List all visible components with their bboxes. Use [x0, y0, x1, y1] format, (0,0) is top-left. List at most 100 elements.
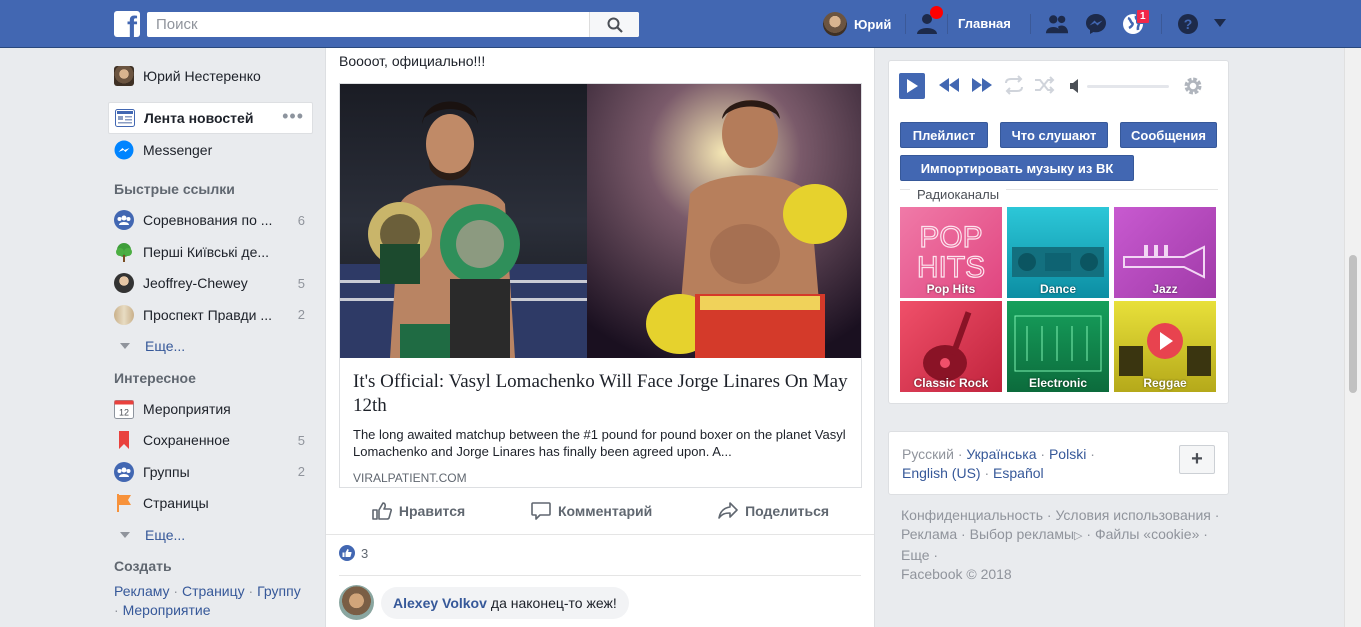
play-button[interactable]	[899, 73, 925, 99]
sidebar-item-events[interactable]: 12 Мероприятия	[108, 393, 313, 425]
language-link-english[interactable]: English (US)	[902, 465, 981, 481]
footer-link-advertising[interactable]: Реклама	[901, 526, 957, 542]
profile-link[interactable]: Юрий	[823, 12, 891, 36]
group-icon	[114, 210, 134, 231]
avatar	[823, 12, 847, 36]
messenger-icon	[1086, 14, 1106, 34]
groups-icon	[114, 461, 134, 482]
sidebar-item-jeoffrey-chewey[interactable]: Jeoffrey-Chewey 5	[108, 268, 313, 300]
search-button[interactable]	[589, 12, 639, 37]
sidebar-item-prospekt-pravdy[interactable]: Проспект Правди ... 2	[108, 299, 313, 331]
scrollbar-thumb[interactable]	[1349, 255, 1357, 393]
create-links: Рекламу · Страницу · Группу · Мероприяти…	[114, 582, 301, 618]
playlist-button[interactable]: Плейлист	[900, 122, 988, 148]
station-label: Jazz	[1152, 282, 1178, 296]
chevron-down-icon	[120, 531, 130, 538]
language-link-ukrainian[interactable]: Українська	[966, 446, 1036, 462]
friend-requests-button[interactable]	[1045, 12, 1069, 36]
shuffle-icon[interactable]	[1034, 74, 1056, 96]
avatar	[114, 273, 134, 294]
radio-station-classic-rock[interactable]: Classic Rock	[900, 301, 1002, 392]
sidebar-item-label: Соревнования по ...	[143, 212, 273, 229]
top-navigation-bar: f Юрий Главная 1 ?	[0, 0, 1361, 48]
link-description: The long awaited matchup between the #1 …	[353, 427, 846, 459]
search-input[interactable]	[147, 12, 587, 37]
footer-link-cookies[interactable]: Файлы «cookie»	[1095, 526, 1199, 542]
create-group-link[interactable]: Группу	[257, 583, 301, 599]
sidebar-item-news-feed[interactable]: Лента новостей •••	[108, 102, 313, 134]
svg-text:?: ?	[1184, 16, 1193, 32]
messages-button[interactable]: Сообщения	[1120, 122, 1217, 148]
create-ad-link[interactable]: Рекламу	[114, 583, 170, 599]
left-sidebar: Юрий Нестеренко Лента новостей ••• Messe…	[108, 60, 313, 620]
more-languages-button[interactable]: +	[1179, 445, 1215, 474]
footer-link-terms[interactable]: Условия использования	[1055, 507, 1210, 523]
reactions-summary[interactable]: 3	[339, 545, 368, 561]
divider	[947, 14, 948, 34]
gear-icon[interactable]	[1182, 75, 1204, 97]
share-button[interactable]: Поделиться	[718, 502, 829, 520]
section-heading-interesting: Интересное	[114, 369, 196, 386]
previous-track-icon[interactable]	[938, 74, 960, 96]
chevron-down-icon	[120, 343, 130, 350]
link-preview-card[interactable]: It's Official: Vasyl Lomachenko Will Fac…	[339, 83, 862, 488]
home-link[interactable]: Главная	[958, 16, 1011, 31]
repeat-icon[interactable]	[1003, 74, 1025, 96]
comment-button[interactable]: Комментарий	[531, 502, 652, 520]
radio-station-jazz[interactable]: Jazz	[1114, 207, 1216, 298]
sidebar-item-label: Проспект Правди ...	[143, 306, 273, 323]
create-page-link[interactable]: Страницу	[182, 583, 245, 599]
sidebar-item-label: Jeoffrey-Chewey	[143, 275, 248, 292]
volume-icon[interactable]	[1069, 79, 1081, 93]
create-event-link[interactable]: Мероприятие	[123, 602, 211, 618]
divider	[1161, 14, 1162, 34]
language-link-polish[interactable]: Polski	[1049, 446, 1086, 462]
sidebar-item-profile[interactable]: Юрий Нестеренко	[108, 60, 313, 92]
ad-choices-icon: ▷	[1074, 530, 1083, 542]
sidebar-more-interesting[interactable]: Еще...	[108, 519, 313, 551]
sidebar-item-label: Еще...	[145, 338, 186, 355]
sidebar-item-count: 2	[297, 464, 305, 480]
post-actions: Нравится Комментарий Поделиться	[339, 496, 862, 526]
now-listening-button[interactable]: Что слушают	[1000, 122, 1108, 148]
link-title[interactable]: It's Official: Vasyl Lomachenko Will Fac…	[353, 370, 848, 418]
comment: Alexey Volkov да наконец-то жеж!	[339, 585, 629, 620]
sidebar-item-count: 5	[297, 275, 305, 291]
notifications-badge: 1	[1136, 9, 1150, 24]
like-button[interactable]: Нравится	[372, 502, 465, 520]
link-preview-image[interactable]	[340, 84, 861, 358]
next-track-icon[interactable]	[971, 74, 993, 96]
import-vk-music-button[interactable]: Импортировать музыку из ВК	[900, 155, 1134, 181]
messages-button[interactable]	[1084, 12, 1108, 36]
comment-author-link[interactable]: Alexey Volkov	[393, 595, 487, 611]
sidebar-item-pages[interactable]: Страницы	[108, 488, 313, 520]
station-label: Dance	[1039, 282, 1077, 296]
sidebar-item-groups[interactable]: Группы 2	[108, 456, 313, 488]
radio-station-pop-hits[interactable]: POP HITS Pop Hits	[900, 207, 1002, 298]
facebook-logo-icon[interactable]: f	[114, 11, 140, 37]
footer-link-more[interactable]: Еще	[901, 547, 930, 563]
sidebar-more-quick-links[interactable]: Еще...	[108, 331, 313, 363]
music-player-widget: Плейлист Что слушают Сообщения Импортиро…	[888, 60, 1229, 404]
radio-station-dance[interactable]: Dance	[1007, 207, 1109, 298]
footer-link-privacy[interactable]: Конфиденциальность	[901, 507, 1043, 523]
account-menu-chevron-down-icon[interactable]	[1214, 19, 1226, 27]
more-options-icon[interactable]: •••	[282, 106, 304, 127]
radio-station-reggae[interactable]: Reggae	[1114, 301, 1216, 392]
sidebar-item-competitions[interactable]: Соревнования по ... 6	[108, 205, 313, 237]
bookmark-icon	[114, 430, 134, 450]
radio-station-electronic[interactable]: Electronic	[1007, 301, 1109, 392]
sidebar-item-messenger[interactable]: Messenger	[108, 134, 313, 166]
sidebar-item-kyiv-group[interactable]: Перші Київські де...	[108, 236, 313, 268]
profile-name: Юрий	[854, 16, 892, 32]
avatar[interactable]	[339, 585, 374, 620]
footer-link-ad-choices[interactable]: Выбор рекламы	[970, 526, 1074, 542]
flag-icon	[114, 493, 134, 513]
calendar-icon: 12	[114, 399, 134, 419]
quick-help-button[interactable]: ?	[1176, 12, 1200, 36]
volume-slider[interactable]	[1087, 85, 1169, 88]
thumbs-up-icon	[372, 502, 392, 520]
sidebar-item-label: Страницы	[143, 495, 209, 512]
sidebar-item-saved[interactable]: Сохраненное 5	[108, 425, 313, 457]
language-link-spanish[interactable]: Español	[993, 465, 1044, 481]
